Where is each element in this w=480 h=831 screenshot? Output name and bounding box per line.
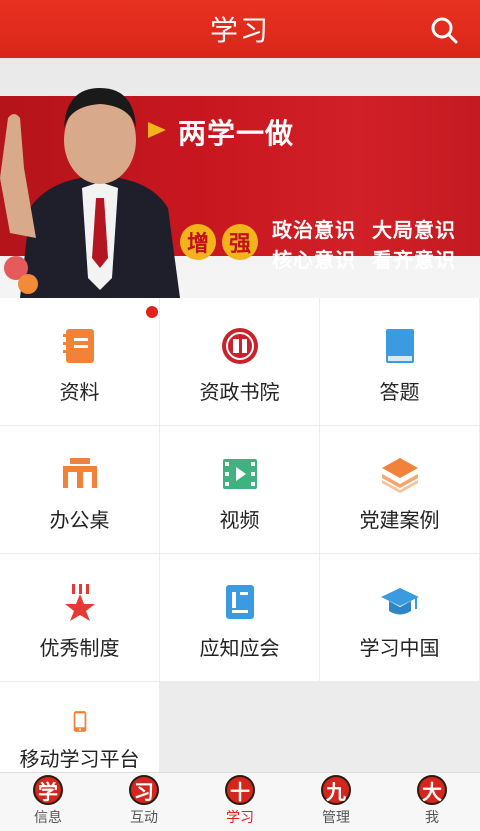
graduation-cap-icon <box>380 588 419 615</box>
grid-item-label: 移动学习平台 <box>19 747 140 771</box>
tab-label: 我 <box>425 810 439 826</box>
banner-carousel[interactable]: 两学一做 增 强 政治意识 大局意识 核心意识 看齐意识 <box>0 58 480 298</box>
film-icon <box>222 459 257 489</box>
tab-study[interactable]: 十 学习 <box>192 775 288 831</box>
tab-label: 学习 <box>226 810 254 826</box>
grid-item-learn-china[interactable]: 学习中国 <box>320 554 479 681</box>
banner-headline: 两学一做 <box>178 117 295 150</box>
grid-item-office[interactable]: 办公桌 <box>0 426 159 553</box>
header-bar: 学习 <box>0 0 480 58</box>
banner-slogan: 核心意识 <box>272 248 356 272</box>
banner-slogan: 大局意识 <box>372 218 456 242</box>
banner-portrait-image <box>0 88 180 298</box>
grid-item-mobile-platform[interactable]: 移动学习平台 <box>0 682 159 772</box>
grid-item-systems[interactable]: 优秀制度 <box>0 554 159 681</box>
search-icon[interactable] <box>430 16 458 44</box>
notebook-icon <box>62 329 94 363</box>
tab-me[interactable]: 大 我 <box>384 775 480 831</box>
banner-badge-right: 强 <box>222 224 258 260</box>
document-icon <box>225 585 254 619</box>
tab-glyph-icon: 习 <box>129 775 159 805</box>
tab-glyph-icon: 大 <box>417 775 447 805</box>
grid-item-cases[interactable]: 党建案例 <box>320 426 479 553</box>
grid-item-label: 优秀制度 <box>39 636 120 660</box>
notification-dot <box>146 306 158 318</box>
tab-label: 管理 <box>322 810 350 826</box>
grid-item-label: 应知应会 <box>199 636 280 660</box>
desk-icon <box>62 458 97 488</box>
grid-item-video[interactable]: 视频 <box>160 426 319 553</box>
page-title: 学习 <box>209 14 270 47</box>
grid-item-label: 办公桌 <box>49 508 110 532</box>
banner-slogan: 看齐意识 <box>372 248 456 272</box>
grid-item-label: 资政书院 <box>199 380 280 404</box>
tab-glyph-icon: 学 <box>33 775 63 805</box>
grid-item-label: 视频 <box>219 508 260 532</box>
banner-badge-left: 增 <box>180 224 216 260</box>
arrow-right-icon <box>148 122 166 138</box>
grid-item-label: 答题 <box>379 380 420 404</box>
tab-interact[interactable]: 习 互动 <box>96 775 192 831</box>
mobile-phone-icon <box>73 711 86 732</box>
layers-icon <box>381 458 418 493</box>
tab-info[interactable]: 学 信息 <box>0 775 96 831</box>
star-award-icon <box>64 584 95 621</box>
tab-label: 信息 <box>34 810 62 826</box>
tab-glyph-icon: 九 <box>321 775 351 805</box>
tab-glyph-icon: 十 <box>225 775 255 805</box>
grid-item-label: 党建案例 <box>359 508 440 532</box>
tab-label: 互动 <box>130 810 158 826</box>
grid-item-academy[interactable]: 资政书院 <box>160 298 319 425</box>
grid-item-knowledge[interactable]: 应知应会 <box>160 554 319 681</box>
banner-slogan: 政治意识 <box>272 218 356 242</box>
grid-item-label: 学习中国 <box>359 636 440 660</box>
grid-item-materials[interactable]: 资料 <box>0 298 159 425</box>
seal-icon <box>221 328 258 364</box>
book-icon <box>385 329 414 363</box>
grid-item-quiz[interactable]: 答题 <box>320 298 479 425</box>
grid-item-label: 资料 <box>59 380 100 404</box>
bottom-tab-bar: 学 信息 习 互动 十 学习 九 管理 大 我 <box>0 772 480 831</box>
tab-manage[interactable]: 九 管理 <box>288 775 384 831</box>
